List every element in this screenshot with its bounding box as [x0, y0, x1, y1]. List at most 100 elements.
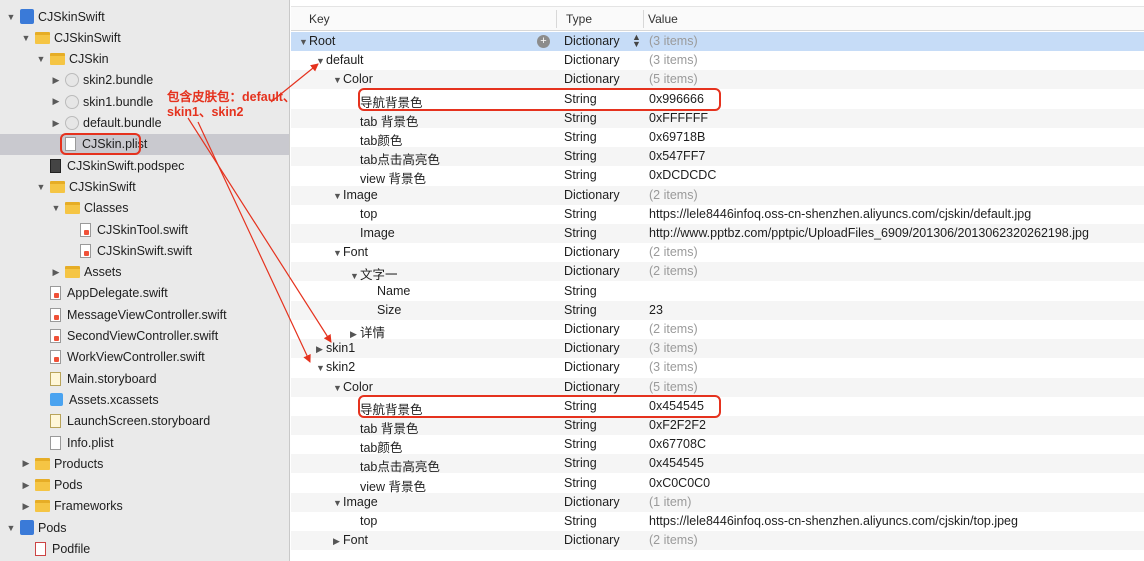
navigator-item[interactable]: ▶ Assets [0, 262, 289, 283]
plist-key-cell[interactable]: tab点击高亮色 [350, 456, 440, 475]
disclosure-expanded-icon[interactable]: ▼ [316, 363, 326, 373]
disclosure-expanded-icon[interactable]: ▼ [36, 54, 46, 64]
navigator-item[interactable]: Assets.xcassets [0, 389, 289, 410]
plist-key-cell[interactable]: tab 背景色 [350, 418, 418, 437]
plist-type-cell[interactable]: Dictionary [564, 245, 620, 259]
column-header-type[interactable]: Type [558, 7, 592, 31]
disclosure-expanded-icon[interactable]: ▼ [299, 37, 309, 47]
plist-row[interactable]: ▶ 详情 Dictionary (2 items) [291, 320, 1144, 341]
plist-type-cell[interactable]: Dictionary [564, 53, 620, 67]
plist-value-cell[interactable]: (3 items) [649, 360, 698, 374]
plist-row[interactable]: ▼Font Dictionary (2 items) [291, 243, 1144, 262]
plist-type-cell[interactable]: String [564, 226, 597, 240]
plist-value-cell[interactable]: 0xDCDCDC [649, 168, 716, 182]
disclosure-expanded-icon[interactable]: ▼ [333, 191, 343, 201]
disclosure-expanded-icon[interactable]: ▼ [333, 383, 343, 393]
plist-key-cell[interactable]: ▶ 详情 [350, 322, 385, 341]
type-popup-stepper-icon[interactable]: ▲ ▼ [632, 33, 641, 49]
plist-key-cell[interactable]: ▼Image [333, 495, 378, 509]
add-item-button[interactable]: + [537, 35, 550, 48]
plist-key-cell[interactable]: tab颜色 [350, 437, 402, 456]
plist-value-cell[interactable]: 0x454545 [649, 456, 704, 470]
plist-row[interactable]: Size String 23 [291, 300, 1144, 320]
disclosure-expanded-icon[interactable]: ▼ [350, 271, 360, 281]
plist-key-cell[interactable]: ▼Color [333, 380, 373, 394]
plist-type-cell[interactable]: Dictionary [564, 322, 620, 336]
plist-row[interactable]: Name String [291, 282, 1144, 301]
plist-row[interactable]: view 背景色 String 0xC0C0C0 [291, 474, 1144, 495]
column-divider[interactable] [556, 10, 557, 28]
plist-row[interactable]: ▼文字一 Dictionary (2 items) [291, 262, 1144, 282]
navigator-item[interactable]: ▶ skin2.bundle [0, 70, 289, 91]
plist-row[interactable]: tab颜色 String 0x67708C [291, 435, 1144, 456]
plist-type-cell[interactable]: String [564, 130, 597, 144]
plist-value-cell[interactable]: (2 items) [649, 245, 698, 259]
disclosure-collapsed-icon[interactable]: ▶ [51, 96, 61, 107]
navigator-item[interactable]: MessageViewController.swift [0, 304, 289, 325]
navigator-item[interactable]: Main.storyboard [0, 368, 289, 389]
plist-type-cell[interactable]: String [564, 476, 597, 490]
plist-key-cell[interactable]: tab颜色 [350, 130, 402, 149]
disclosure-expanded-icon[interactable]: ▼ [333, 248, 343, 258]
plist-row[interactable]: Image String http://www.pptbz.com/pptpic/U… [291, 224, 1144, 243]
disclosure-expanded-icon[interactable]: ▼ [21, 33, 31, 43]
plist-key-cell[interactable]: ▼skin2 [316, 360, 355, 374]
plist-value-cell[interactable]: 23 [649, 303, 663, 317]
plist-value-cell[interactable]: (3 items) [649, 341, 698, 355]
plist-value-cell[interactable]: 0x547FF7 [649, 149, 705, 163]
plist-row[interactable]: top String https://lele8446infoq.oss-cn-sh… [291, 205, 1144, 224]
plist-type-cell[interactable]: Dictionary [564, 34, 620, 48]
navigator-item[interactable]: SecondViewController.swift [0, 326, 289, 347]
plist-key-cell[interactable]: Image [350, 226, 395, 240]
plist-type-cell[interactable]: String [564, 168, 597, 182]
plist-value-cell[interactable]: https://lele8446infoq.oss-cn-shenzhen.al… [649, 514, 1018, 528]
plist-key-cell[interactable]: Size [367, 303, 401, 317]
plist-key-cell[interactable]: view 背景色 [350, 476, 426, 495]
plist-key-cell[interactable]: ▼Image [333, 188, 378, 202]
plist-type-cell[interactable]: String [564, 149, 597, 163]
navigator-item[interactable]: ▼ Classes [0, 198, 289, 219]
plist-key-cell[interactable]: ▼default [316, 53, 364, 67]
navigator-item[interactable]: LaunchScreen.storyboard [0, 411, 289, 432]
navigator-item[interactable]: ▼ CJSkinSwift [0, 27, 289, 48]
plist-row[interactable]: ▼Color Dictionary (5 items) [291, 70, 1144, 90]
navigator-item[interactable]: Info.plist [0, 432, 289, 453]
plist-type-cell[interactable]: Dictionary [564, 533, 620, 547]
plist-value-cell[interactable]: (3 items) [649, 53, 698, 67]
disclosure-collapsed-icon[interactable]: ▶ [21, 480, 31, 490]
navigator-item[interactable]: ▼ CJSkin [0, 49, 289, 70]
disclosure-collapsed-icon[interactable]: ▶ [316, 344, 326, 355]
column-header-value[interactable]: Value [640, 7, 678, 31]
plist-type-cell[interactable]: String [564, 303, 597, 317]
plist-type-cell[interactable]: String [564, 207, 597, 221]
navigator-item[interactable]: CJSkinSwift.swift [0, 240, 289, 261]
plist-key-cell[interactable]: tab点击高亮色 [350, 149, 440, 168]
navigator-item[interactable]: ▶ Frameworks [0, 496, 289, 517]
plist-row[interactable]: ▼Root + ▲ ▼ Dictionary (3 items) [291, 32, 1144, 51]
navigator-item[interactable]: CJSkinTool.swift [0, 219, 289, 240]
plist-value-cell[interactable]: (2 items) [649, 188, 698, 202]
disclosure-expanded-icon[interactable]: ▼ [6, 523, 16, 533]
plist-value-cell[interactable]: (2 items) [649, 322, 698, 336]
plist-type-cell[interactable]: String [564, 456, 597, 470]
disclosure-expanded-icon[interactable]: ▼ [6, 12, 16, 22]
plist-value-cell[interactable]: (5 items) [649, 380, 698, 394]
plist-row[interactable]: tab点击高亮色 String 0x547FF7 [291, 147, 1144, 168]
plist-key-cell[interactable]: ▼Font [333, 245, 368, 259]
plist-key-cell[interactable]: tab 背景色 [350, 111, 418, 130]
plist-row[interactable]: ▼skin2 Dictionary (3 items) [291, 358, 1144, 377]
plist-row[interactable]: ▶ skin1 Dictionary (3 items) [291, 339, 1144, 359]
plist-type-cell[interactable]: String [564, 111, 597, 125]
disclosure-expanded-icon[interactable]: ▼ [51, 203, 61, 213]
plist-value-cell[interactable]: (2 items) [649, 264, 698, 278]
plist-row[interactable]: view 背景色 String 0xDCDCDC [291, 166, 1144, 186]
column-header-key[interactable]: Key [301, 7, 330, 31]
plist-key-cell[interactable]: top [350, 514, 377, 528]
plist-row[interactable]: tab点击高亮色 String 0x454545 [291, 454, 1144, 475]
navigator-item[interactable]: WorkViewController.swift [0, 347, 289, 368]
navigator-item[interactable]: ▶ Products [0, 453, 289, 474]
disclosure-expanded-icon[interactable]: ▼ [333, 498, 343, 508]
plist-value-cell[interactable]: http://www.pptbz.com/pptpic/UploadFiles_… [649, 226, 1089, 240]
plist-value-cell[interactable]: 0x69718B [649, 130, 705, 144]
disclosure-collapsed-icon[interactable]: ▶ [21, 458, 31, 469]
